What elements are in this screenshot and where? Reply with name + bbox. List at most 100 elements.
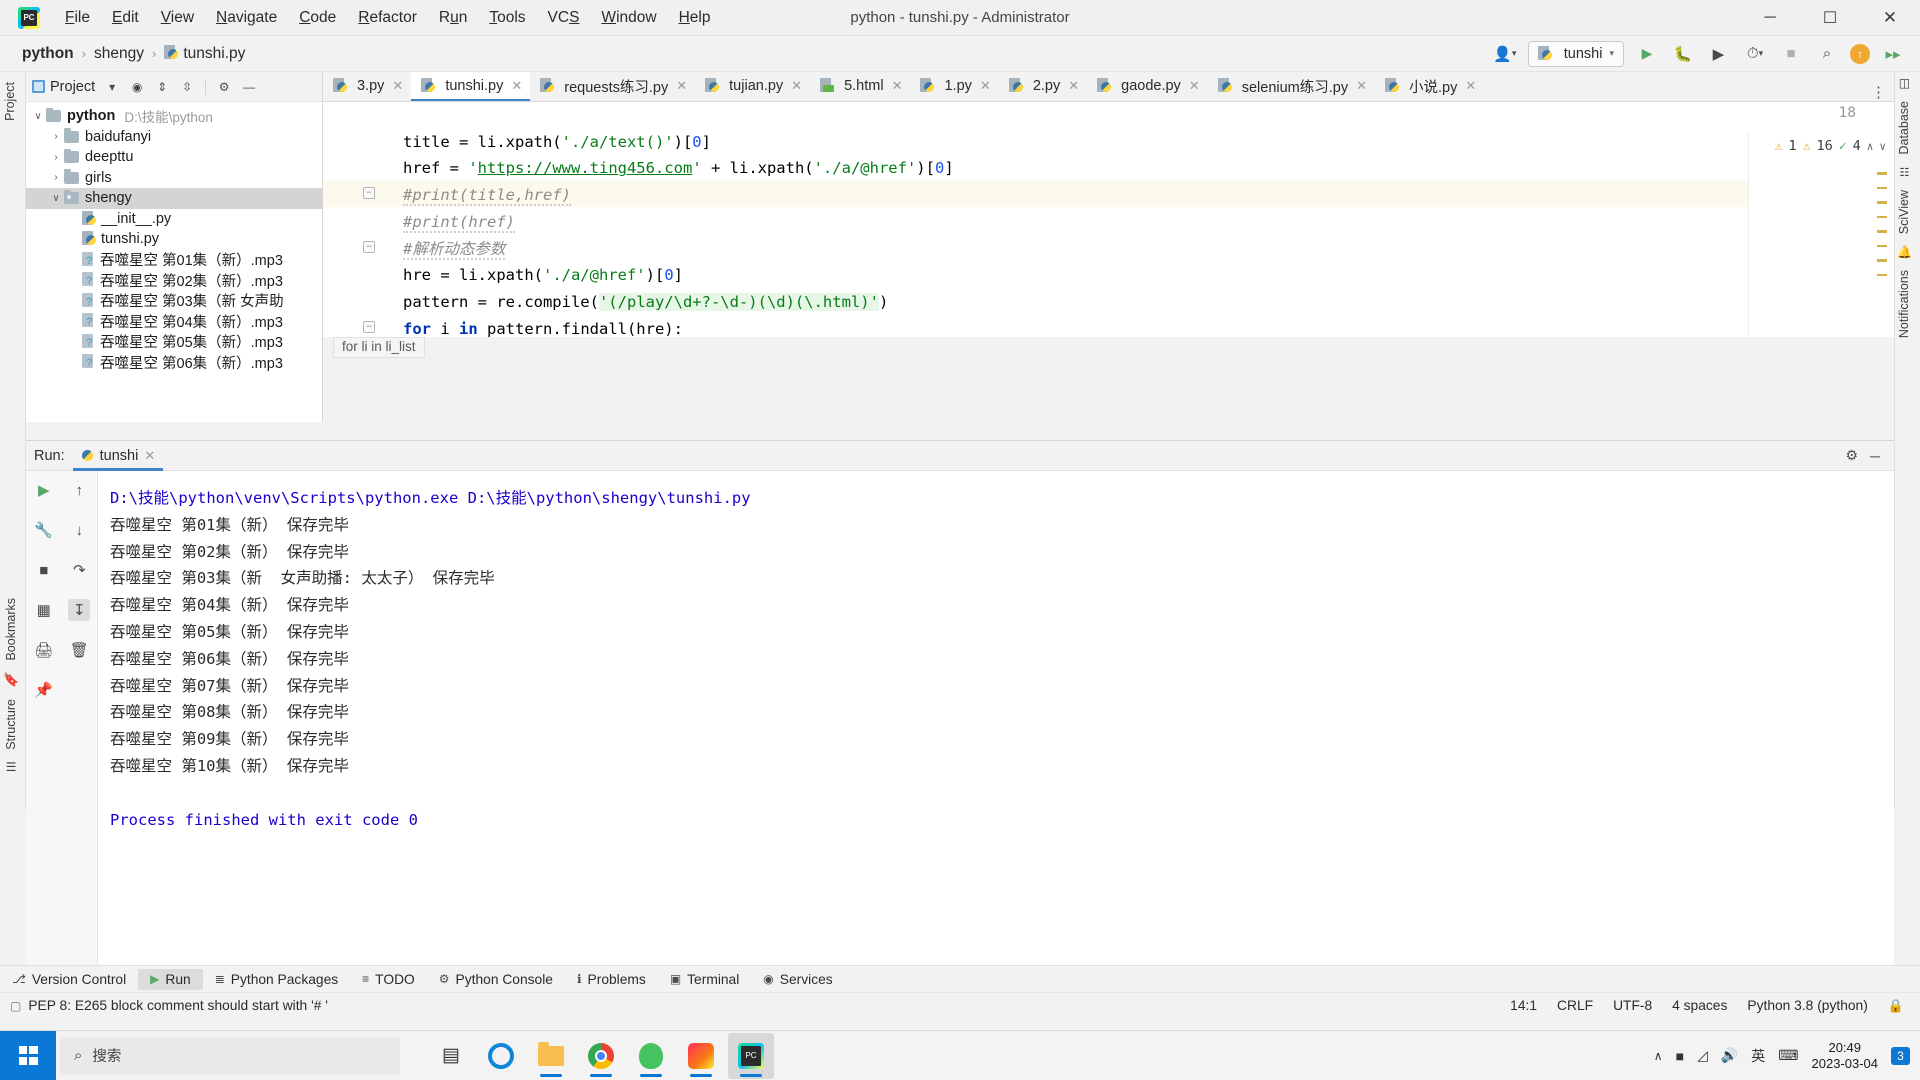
menu-help[interactable]: Help [668, 6, 722, 30]
bottom-tab-terminal[interactable]: ▣ Terminal [658, 969, 751, 990]
tree-expand-icon[interactable]: › [48, 172, 64, 183]
inspection-summary[interactable]: ⚠ 1 ⚠ 16 ✓ 4 ∧ ∨ [1775, 138, 1886, 154]
scroll-to-end-icon[interactable]: ↧ [68, 599, 91, 621]
menu-tools[interactable]: Tools [478, 6, 536, 30]
file-encoding[interactable]: UTF-8 [1613, 998, 1652, 1013]
fold-marker-icon[interactable]: − [363, 240, 375, 253]
run-console-output[interactable]: D:\技能\python\venv\Scripts\python.exe D:\… [98, 471, 1894, 965]
sidebar-tab-structure[interactable]: Structure [4, 693, 18, 756]
menu-bar[interactable]: File Edit View Navigate Code Refactor Ru… [54, 6, 721, 30]
close-icon[interactable]: ✕ [392, 78, 403, 94]
close-icon[interactable]: ✕ [1465, 78, 1476, 94]
close-button[interactable]: ✕ [1860, 0, 1920, 36]
pin-icon[interactable]: 📌 [33, 679, 55, 701]
print-icon[interactable]: 🖨 [33, 639, 55, 661]
indent-setting[interactable]: 4 spaces [1672, 998, 1727, 1013]
tree-item[interactable]: ∨ python D:\技能\python [26, 106, 322, 127]
close-icon[interactable]: ✕ [1068, 78, 1079, 94]
editor-tab[interactable]: 2.py ✕ [998, 72, 1088, 101]
wechat-icon[interactable] [628, 1033, 674, 1079]
task-view-icon[interactable]: ▤ [428, 1033, 474, 1079]
update-icon[interactable]: ↑ [1850, 43, 1870, 64]
breadcrumb-item-file[interactable]: tunshi.py [160, 44, 249, 64]
close-icon[interactable]: ✕ [892, 78, 903, 94]
menu-file[interactable]: File [54, 6, 101, 30]
close-icon[interactable]: ✕ [676, 78, 687, 94]
editor-tab[interactable]: 3.py ✕ [323, 72, 412, 101]
sidebar-tab-sciview[interactable]: SciView [1897, 184, 1911, 240]
ime-indicator[interactable]: 英 [1751, 1046, 1765, 1066]
editor-gutter[interactable] [323, 102, 391, 337]
start-button[interactable] [0, 1030, 56, 1080]
bottom-tool-bar[interactable]: ⎇ Version Control ▶ Run ≣ Python Packages ≡ TOD… [0, 965, 1920, 992]
gear-icon[interactable]: ⚙ [1846, 447, 1859, 464]
menu-edit[interactable]: Edit [101, 6, 150, 30]
close-icon[interactable]: ✕ [1356, 78, 1367, 94]
sidebar-tab-bookmarks[interactable]: Bookmarks [4, 592, 18, 667]
code-line[interactable]: title = li.xpath('./a/text()')[0] [403, 129, 711, 156]
taskbar-search-input[interactable]: ⌕ 搜索 [60, 1036, 400, 1075]
fold-marker-icon[interactable]: − [363, 320, 375, 333]
file-explorer-icon[interactable] [528, 1033, 574, 1079]
menu-refactor[interactable]: Refactor [347, 6, 428, 30]
tree-expand-icon[interactable]: ∨ [48, 193, 64, 204]
debug-icon[interactable]: 🐛 [1670, 41, 1696, 67]
breadcrumb-item-project[interactable]: python [18, 44, 78, 64]
tree-expand-icon[interactable]: ∨ [30, 111, 46, 122]
tree-item[interactable]: ∨ shengy [26, 188, 322, 209]
code-line[interactable]: pattern = re.compile('(/play/\d+?-\d-)(\… [403, 289, 888, 316]
editor-tab[interactable]: 小说.py ✕ [1375, 72, 1485, 101]
tree-item[interactable]: 吞噬星空 第03集（新 女声助 [26, 291, 322, 312]
tree-item[interactable]: __init__.py [26, 209, 322, 230]
maximize-button[interactable]: ☐ [1800, 0, 1860, 36]
collapse-all-icon[interactable]: ⇳ [177, 77, 197, 97]
more-actions-icon[interactable]: ▸▸ [1880, 41, 1906, 67]
bottom-tab-services[interactable]: ◉ Services [751, 969, 844, 990]
caret-position[interactable]: 14:1 [1510, 998, 1537, 1013]
expand-all-icon[interactable]: ⇕ [152, 77, 172, 97]
volume-icon[interactable]: 🔊 [1721, 1047, 1738, 1064]
line-separator[interactable]: CRLF [1557, 998, 1593, 1013]
coverage-icon[interactable]: ▶ [1706, 41, 1732, 67]
editor-tab-bar[interactable]: 3.py ✕ tunshi.py ✕ requests练习.py ✕ tujian.py ✕ 5… [323, 72, 1894, 102]
bottom-tab-python-console[interactable]: ⚙ Python Console [427, 969, 565, 990]
gear-icon[interactable]: ⚙ [214, 77, 234, 97]
chrome-icon[interactable] [578, 1033, 624, 1079]
code-line[interactable]: for i in pattern.findall(hre): [403, 316, 683, 337]
menu-vcs[interactable]: VCS [537, 6, 591, 30]
tree-item[interactable]: › deepttu [26, 147, 322, 168]
down-arrow-icon[interactable]: ↓ [68, 519, 90, 541]
python-interpreter[interactable]: Python 3.8 (python) [1747, 998, 1867, 1013]
wifi-icon[interactable]: ◿ [1697, 1047, 1708, 1064]
editor-tab[interactable]: gaode.py ✕ [1087, 72, 1208, 101]
tree-item[interactable]: 吞噬星空 第02集（新）.mp3 [26, 270, 322, 291]
next-problem-icon[interactable]: ∨ [1879, 140, 1886, 153]
minimize-button[interactable]: ─ [1740, 0, 1800, 36]
rerun-icon[interactable]: ▶ [33, 479, 55, 501]
hide-icon[interactable]: ─ [1870, 448, 1880, 464]
trash-icon[interactable]: 🗑 [68, 639, 90, 661]
tab-overflow-icon[interactable]: ⋮ [1863, 83, 1894, 101]
search-icon[interactable]: ⌕ [1814, 41, 1840, 67]
sidebar-tab-notifications[interactable]: Notifications [1897, 264, 1911, 344]
bottom-tab-run[interactable]: ▶ Run [138, 968, 203, 990]
code-editor[interactable]: 1819title = li.xpath('./a/text()')[0]20h… [323, 102, 1894, 337]
target-icon[interactable]: ◉ [127, 77, 147, 97]
code-line[interactable]: href = 'https://www.ting456.com' + li.xp… [403, 155, 954, 182]
tree-item[interactable]: 吞噬星空 第01集（新）.mp3 [26, 250, 322, 271]
tree-item[interactable]: tunshi.py [26, 229, 322, 250]
chevron-down-icon[interactable]: ▾ [102, 77, 122, 97]
bottom-tab-problems[interactable]: ℹ Problems [565, 969, 658, 990]
menu-navigate[interactable]: Navigate [205, 6, 288, 30]
menu-view[interactable]: View [150, 6, 205, 30]
tree-item[interactable]: 吞噬星空 第06集（新）.mp3 [26, 352, 322, 373]
tree-item[interactable]: 吞噬星空 第04集（新）.mp3 [26, 311, 322, 332]
soft-wrap-icon[interactable]: ↷ [68, 559, 90, 581]
close-icon[interactable]: ✕ [144, 448, 155, 464]
bottom-tab-todo[interactable]: ≡ TODO [350, 969, 427, 990]
tree-item[interactable]: 吞噬星空 第05集（新）.mp3 [26, 332, 322, 353]
editor-tab[interactable]: tunshi.py ✕ [411, 72, 531, 101]
code-line[interactable]: hre = li.xpath('./a/@href')[0] [403, 262, 683, 289]
edge-icon[interactable] [478, 1033, 524, 1079]
run-tab-tunshi[interactable]: tunshi ✕ [72, 441, 164, 471]
